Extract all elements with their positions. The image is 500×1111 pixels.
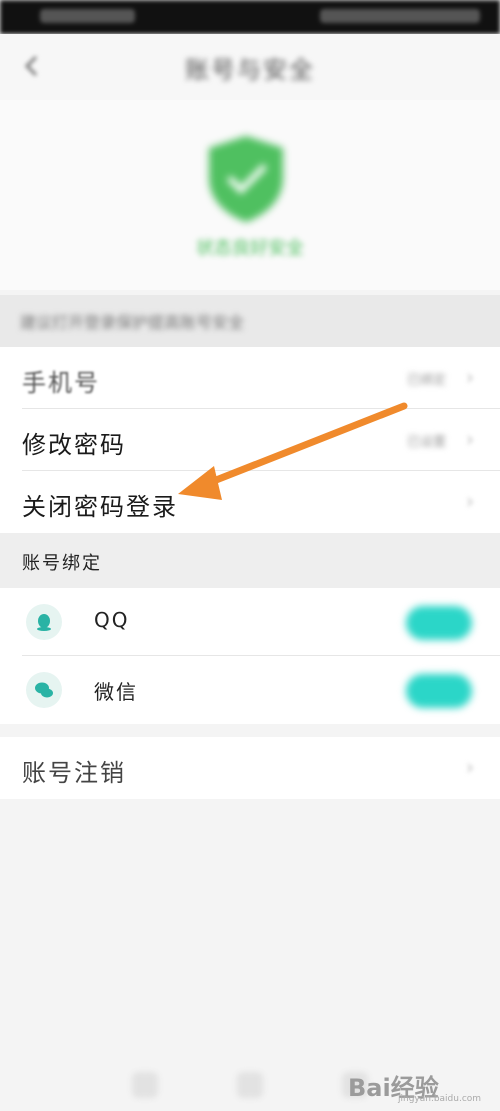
chevron-right-icon: › xyxy=(466,427,474,451)
qq-icon xyxy=(26,604,62,640)
header: 账号与安全 xyxy=(0,34,500,100)
row-disable-password-login-label: 关闭密码登录 xyxy=(22,493,178,521)
bind-row-wechat[interactable]: 微信 xyxy=(0,656,500,724)
row-phone[interactable]: 手机号 已绑定 › xyxy=(0,347,500,409)
row-phone-label: 手机号 xyxy=(22,369,100,397)
bind-row-qq-name: QQ xyxy=(94,608,130,632)
bind-row-wechat-name: 微信 xyxy=(94,680,138,704)
bind-qq-button[interactable] xyxy=(406,606,472,640)
chevron-right-icon: › xyxy=(466,755,474,779)
section-account-binding: 账号绑定 xyxy=(0,533,500,588)
nav-back-icon[interactable] xyxy=(132,1072,158,1098)
nav-home-icon[interactable] xyxy=(237,1072,263,1098)
row-phone-value: 已绑定 xyxy=(406,373,446,388)
status-bar xyxy=(0,0,500,34)
security-tip-text: 建议打开登录保护提高账号安全 xyxy=(20,313,245,332)
bind-wechat-button[interactable] xyxy=(406,674,472,708)
chevron-right-icon: › xyxy=(466,489,474,513)
row-disable-password-login[interactable]: 关闭密码登录 › xyxy=(0,471,500,533)
watermark-sub: jingyan.baidu.com xyxy=(398,1094,482,1104)
row-account-cancel-label: 账号注销 xyxy=(22,759,126,787)
security-status-panel: 状态良好安全 xyxy=(0,100,500,290)
security-status-text: 状态良好安全 xyxy=(196,238,304,259)
chevron-right-icon: › xyxy=(466,365,474,389)
security-tip-bar: 建议打开登录保护提高账号安全 xyxy=(0,295,500,347)
status-bar-left xyxy=(40,9,135,23)
row-change-password-value: 已设置 xyxy=(406,435,446,450)
wechat-icon xyxy=(26,672,62,708)
bind-row-qq[interactable]: QQ xyxy=(0,588,500,656)
page-title: 账号与安全 xyxy=(185,56,315,84)
section-title: 账号绑定 xyxy=(22,553,102,574)
shield-check-icon xyxy=(203,132,289,224)
row-change-password-label: 修改密码 xyxy=(22,431,126,459)
status-bar-right xyxy=(320,9,480,23)
baidu-jingyan-watermark: Bai经验 jingyan.baidu.com xyxy=(348,1062,488,1108)
row-account-cancel[interactable]: 账号注销 › xyxy=(0,737,500,799)
row-change-password[interactable]: 修改密码 已设置 › xyxy=(0,409,500,471)
